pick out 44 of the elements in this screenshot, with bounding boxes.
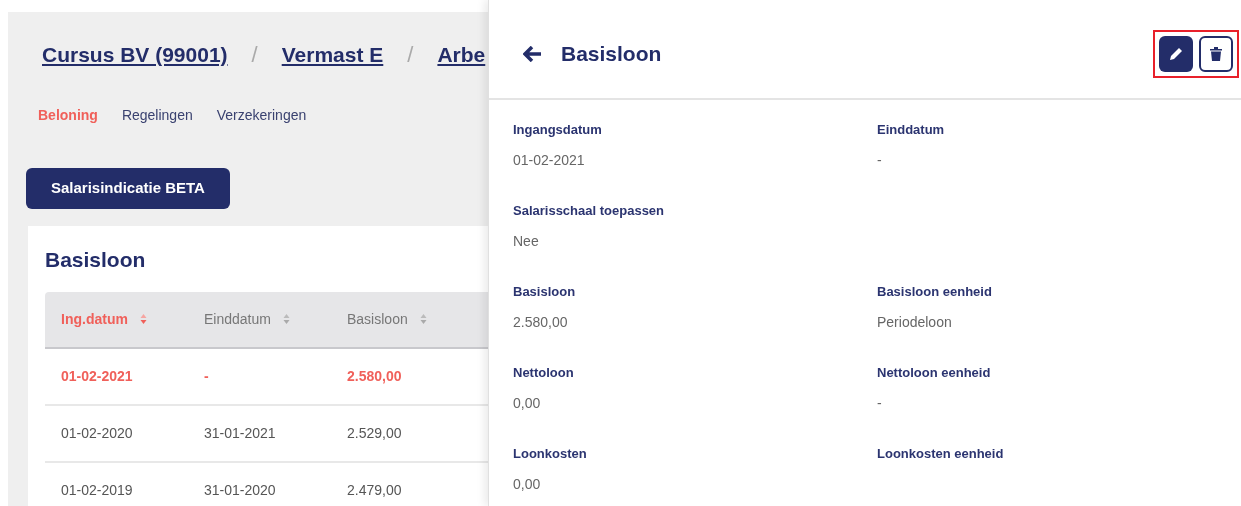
breadcrumb-link[interactable]: Cursus BV (99001) — [42, 38, 228, 71]
field-value: 0,00 — [513, 393, 542, 413]
card-title: Basisloon — [45, 247, 146, 273]
field-value: 0,00 — [513, 474, 542, 494]
field-label: Ingangsdatum — [513, 121, 603, 139]
field-label: Salarisschaal toepassen — [513, 202, 666, 220]
field-label: Loonkosten eenheid — [877, 445, 1005, 463]
table-cell-text: 31-01-2021 — [203, 423, 277, 443]
field-label: Basisloon eenheid — [877, 283, 993, 301]
table-cell-text: - — [203, 366, 210, 386]
table-cell-text: 2.479,00 — [346, 480, 403, 500]
field-value: - — [877, 393, 883, 413]
edit-button[interactable] — [1159, 36, 1193, 72]
table-cell-text: 31-01-2020 — [203, 480, 277, 500]
table-cell-text: 2.580,00 — [346, 366, 403, 386]
field-label: Einddatum — [877, 121, 946, 139]
table-cell-text: 01-02-2020 — [60, 423, 134, 443]
breadcrumb-link[interactable]: Vermast E — [281, 38, 384, 71]
trash-icon — [1209, 46, 1223, 62]
column-header[interactable]: Basisloon — [347, 308, 408, 330]
delete-button[interactable] — [1199, 36, 1233, 72]
column-header[interactable]: Einddatum — [204, 308, 271, 330]
field-label: Loonkosten — [513, 445, 588, 463]
breadcrumb-separator: / — [251, 41, 258, 69]
table-cell-text: 01-02-2021 — [60, 366, 134, 386]
pencil-icon — [1168, 46, 1184, 62]
field-value: Periodeloon — [877, 312, 953, 332]
sort-icon[interactable] — [139, 313, 147, 325]
back-arrow-icon[interactable] — [523, 46, 543, 62]
breadcrumb-separator: / — [407, 41, 414, 69]
field-label: Basisloon — [513, 283, 577, 301]
field-value: - — [877, 150, 883, 170]
tab[interactable]: Regelingen — [121, 105, 193, 126]
table-cell-text: 01-02-2019 — [60, 480, 134, 500]
tab[interactable]: Verzekeringen — [216, 105, 307, 126]
field-label: Nettoloon — [513, 364, 575, 382]
table-cell-text: 2.529,00 — [346, 423, 403, 443]
field-label: Nettoloon eenheid — [877, 364, 992, 382]
field-value: 01-02-2021 — [513, 150, 586, 170]
breadcrumb-link[interactable]: Arbe — [437, 38, 486, 71]
panel-title: Basisloon — [561, 41, 662, 68]
salary-indication-button[interactable]: Salarisindicatie BETA — [26, 168, 230, 209]
field-value: 2.580,00 — [513, 312, 569, 332]
field-value: Nee — [513, 231, 540, 251]
